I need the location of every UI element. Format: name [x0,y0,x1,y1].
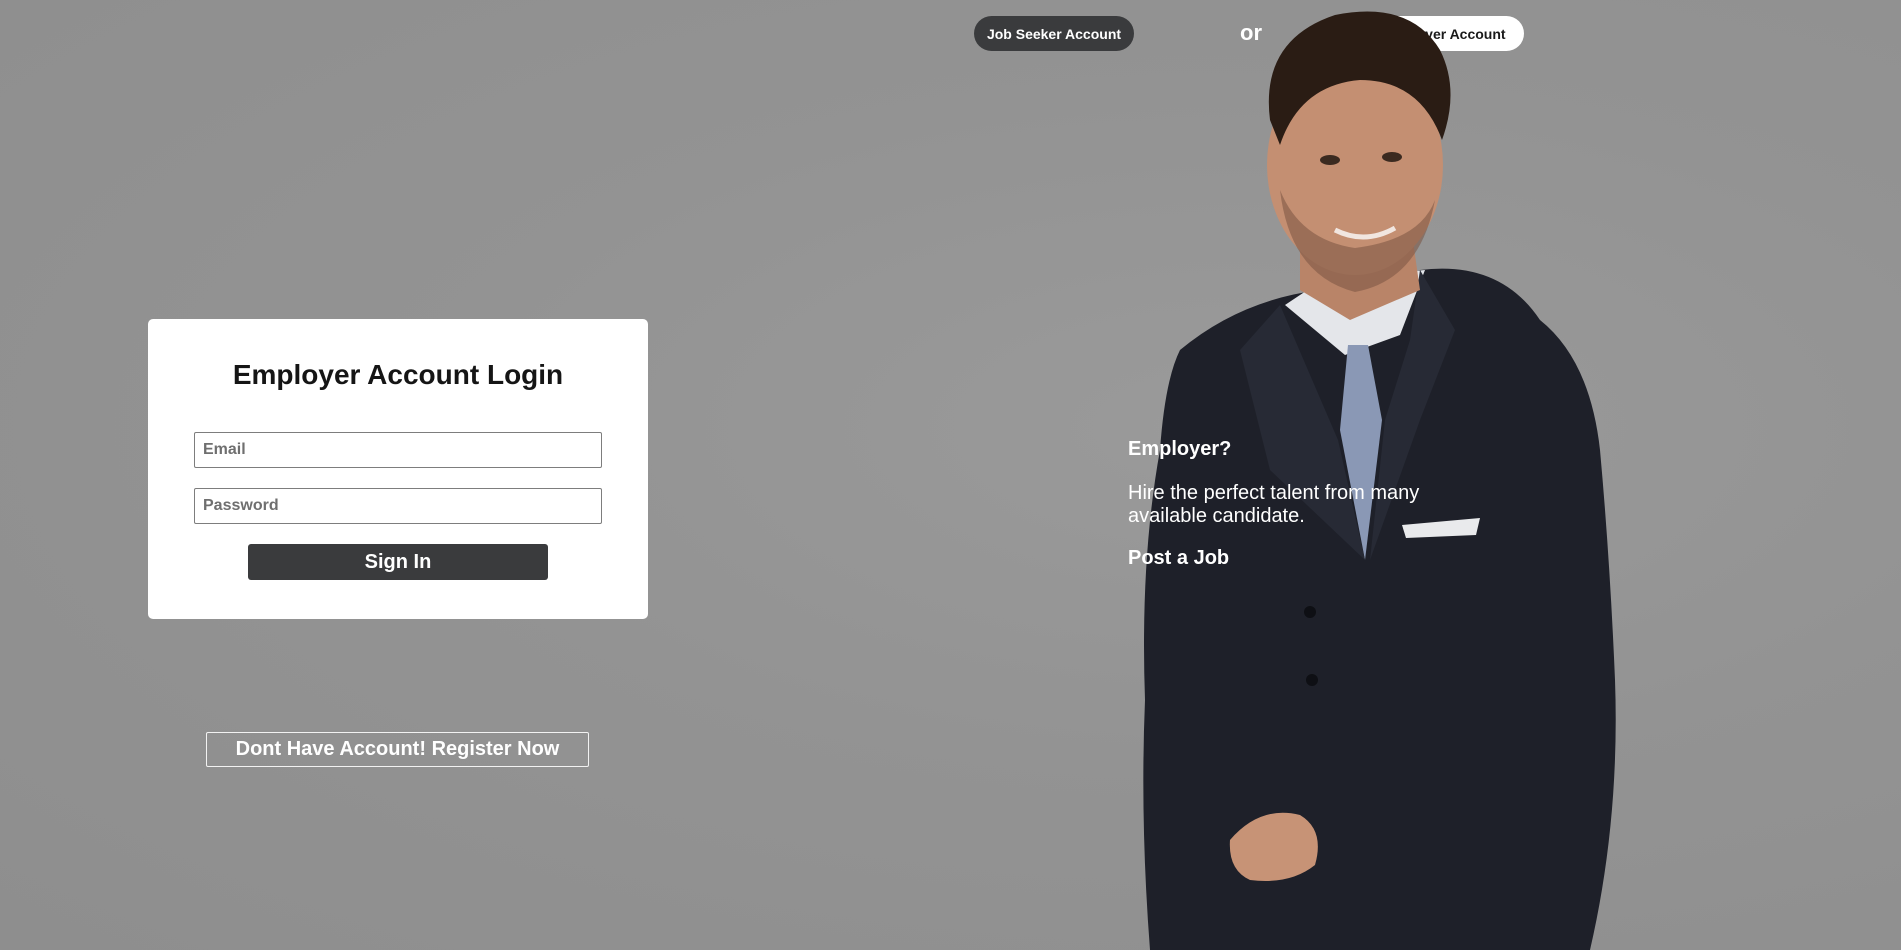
login-card: Employer Account Login Sign In [148,319,648,619]
job-seeker-account-button[interactable]: Job Seeker Account [974,16,1134,51]
email-field[interactable] [194,432,602,468]
register-now-button[interactable]: Dont Have Account! Register Now [206,732,589,767]
promo-description: Hire the perfect talent from many availa… [1128,482,1420,527]
promo-heading: Employer? [1128,438,1232,460]
password-field[interactable] [194,488,602,524]
post-a-job-link[interactable]: Post a Job [1128,547,1229,570]
sign-in-button[interactable]: Sign In [248,544,548,580]
login-title: Employer Account Login [232,359,564,390]
hero-person-image [1143,11,1616,950]
